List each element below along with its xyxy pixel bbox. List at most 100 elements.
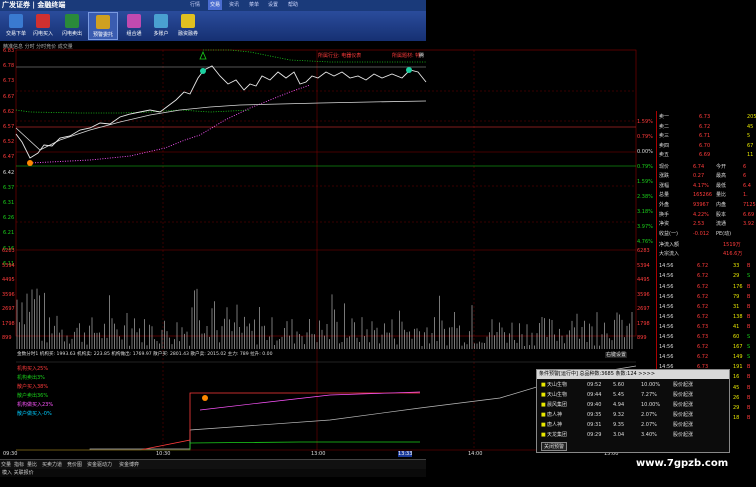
stat-row: 外盘 93967 内盘 7125 xyxy=(659,201,756,209)
tick-volume: 138 xyxy=(733,313,743,320)
tick-direction: B xyxy=(747,323,751,330)
right-settings-button[interactable]: 右键设置 xyxy=(605,352,628,358)
tick-volume: 45 xyxy=(733,384,740,391)
alert-popup-header[interactable]: 条件预警[运行中] 总品种数:3685 条数:124 >>>> xyxy=(537,370,729,379)
alert-time: 09:40 xyxy=(587,402,602,408)
volume-tick: 4495 xyxy=(2,277,15,283)
alert-icon: ■ xyxy=(541,402,546,408)
percent-tick: 3.18% xyxy=(637,209,653,215)
indicator-tabs: 交量 指标 量比 买卖力道 竞价图 资金驱动力 资金博弈 xyxy=(0,459,426,469)
flow-marker xyxy=(202,395,208,401)
stat-label: 总量 xyxy=(659,192,670,199)
alert-signal: 股价起涨 xyxy=(673,402,694,408)
stat-value: 4.22% xyxy=(693,211,709,218)
ask-label: 卖四 xyxy=(659,142,670,149)
tick-direction: B xyxy=(747,283,751,290)
volume-tick-right: 6283 xyxy=(637,248,650,254)
stat-label: 收益(一) xyxy=(659,230,678,237)
stat-value-2: 7125 xyxy=(743,201,756,208)
tick-direction: S xyxy=(747,273,751,280)
tick-volume: 41 xyxy=(733,323,740,330)
price-tick: 6.21 xyxy=(3,230,15,237)
tick-price: 6.72 xyxy=(697,344,709,351)
buy-marker xyxy=(27,160,33,166)
flow-line-magenta xyxy=(199,391,421,411)
tick-direction: B xyxy=(747,394,751,401)
price-tick: 6.73 xyxy=(3,78,15,85)
tick-volume: 176 xyxy=(733,283,743,290)
stat-label: 净资 xyxy=(659,221,670,228)
ask-volume: 11 xyxy=(747,152,754,158)
support-dots-magenta xyxy=(29,84,311,164)
tick-direction: S xyxy=(747,344,751,351)
stat-value: 165266 xyxy=(693,192,713,199)
tick-row: 14:56 6.73 41 B xyxy=(659,323,756,331)
flow-row: 净流入额 1519万 xyxy=(659,241,756,249)
volume-tick-right: 1798 xyxy=(637,320,650,327)
alert-percent: 7.27% xyxy=(641,392,657,398)
industry-label: 所属行业: 电器仪表 xyxy=(318,53,362,59)
price-tick: 6.62 xyxy=(3,108,15,115)
alert-time: 09:29 xyxy=(587,432,602,438)
tick-volume: 16 xyxy=(733,374,740,381)
alert-signal: 股价起涨 xyxy=(673,412,694,418)
alert-percent: 2.07% xyxy=(641,422,657,428)
stat-value: 2.53 xyxy=(693,221,705,228)
alert-signal: 股价起涨 xyxy=(673,432,694,438)
stat-label-2: 今开 xyxy=(716,163,727,170)
tick-volume: 29 xyxy=(733,404,740,411)
alert-icon: ■ xyxy=(541,432,546,438)
percent-tick: 3.97% xyxy=(637,224,653,230)
volume-tick: 2697 xyxy=(2,306,15,312)
watermark: www.7gpzb.com xyxy=(636,458,729,469)
tick-row: 14:56 6.72 31 B xyxy=(659,303,756,311)
stat-row: 净资 2.53 流通 3.92 xyxy=(659,220,756,228)
tick-time: 14:56 xyxy=(659,344,674,351)
volume-tick-right: 2697 xyxy=(637,306,650,312)
volume-tick: 6283 xyxy=(2,248,15,254)
alert-price: 9.35 xyxy=(613,422,625,428)
stat-label-2: 最低 xyxy=(716,182,727,189)
tick-volume: 26 xyxy=(733,394,740,401)
tick-direction: S xyxy=(747,334,751,340)
close-alert-button[interactable]: 关闭预警 xyxy=(541,442,567,451)
price-tick: 6.37 xyxy=(3,184,15,191)
tick-time: 14:56 xyxy=(659,334,674,340)
time-cursor-label: 13:33 xyxy=(398,451,413,457)
alert-signal: 股价起涨 xyxy=(673,382,694,388)
tick-volume: 60 xyxy=(733,334,740,340)
volume-tick: 3596 xyxy=(2,291,15,298)
alert-percent: 2.07% xyxy=(641,412,657,418)
tick-time: 14:56 xyxy=(659,313,674,320)
tick-direction: B xyxy=(747,414,751,421)
price-tick: 6.67 xyxy=(3,93,15,100)
flow-label-inst-net: 机构做买入23% xyxy=(17,402,54,408)
tick-price: 6.72 xyxy=(697,354,709,361)
flow-label-inst-buy: 机构买入25% xyxy=(17,366,49,372)
chart-frame xyxy=(15,49,637,337)
support-dots-green xyxy=(15,109,251,114)
tick-time: 14:56 xyxy=(659,303,674,310)
stat-row: 现价 6.74 今开 6 xyxy=(659,163,756,171)
tick-price: 6.73 xyxy=(697,323,709,330)
stat-value-2: 6.4 xyxy=(743,182,751,189)
tick-volume: 191 xyxy=(733,364,743,371)
ask-price: 6.72 xyxy=(699,123,711,130)
tick-price: 6.72 xyxy=(697,273,709,280)
alert-stock-name: 天山生物 xyxy=(547,382,568,388)
tick-row: 14:56 6.72 79 B xyxy=(659,293,756,301)
tick-direction: B xyxy=(747,404,751,411)
ask-price: 6.71 xyxy=(699,133,711,139)
percent-tick: 0.79% xyxy=(637,164,653,170)
price-tick: 6.31 xyxy=(3,200,15,206)
flow-value: 416.6万 xyxy=(723,251,743,258)
flow-label-retail-net: 散户做买入-0% xyxy=(17,411,52,417)
alert-icon: ■ xyxy=(541,422,546,428)
time-tick-1300: 13:00 xyxy=(311,451,326,457)
alert-price: 4.94 xyxy=(613,402,625,408)
stat-row: 涨跌 0.27 最高 6 xyxy=(659,172,756,180)
tick-time: 14:56 xyxy=(659,323,674,330)
stat-value: -0.012 xyxy=(693,230,710,237)
flow-label-inst-sell: 机构卖出3% xyxy=(17,375,45,381)
ask-label: 卖三 xyxy=(659,133,670,139)
